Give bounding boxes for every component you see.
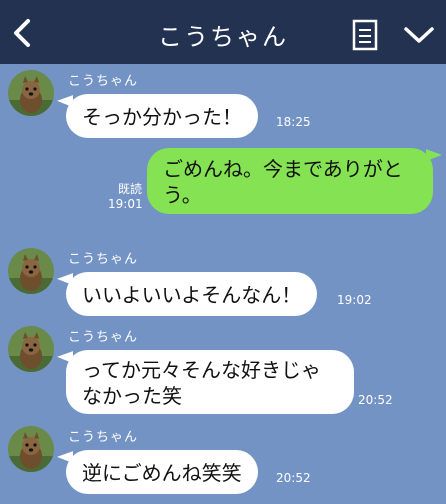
- message-text-line2: う。: [163, 183, 202, 207]
- read-label: 既読: [117, 182, 142, 196]
- message-text: 逆にごめんね笑笑: [82, 461, 242, 485]
- sender-name: こうちゃん: [68, 252, 139, 267]
- message-time: 18:25: [276, 115, 311, 129]
- read-status: 既読 19:01: [108, 182, 143, 212]
- message-bubble-incoming[interactable]: いいよいいよそんなん！: [66, 272, 318, 316]
- chat-header: こうちゃん: [0, 0, 446, 64]
- dog-avatar-icon: [8, 70, 54, 116]
- message-time: 20:52: [276, 471, 311, 485]
- message-time: 20:52: [358, 393, 393, 407]
- sender-name: こうちゃん: [68, 74, 139, 89]
- message-text: いいよいいよそんなん！: [82, 283, 302, 307]
- sender-name: こうちゃん: [68, 330, 139, 345]
- dog-avatar-icon: [8, 426, 54, 472]
- message-text-line2: なかった笑: [82, 384, 182, 408]
- message-time: 19:01: [108, 197, 143, 211]
- avatar[interactable]: [8, 326, 54, 372]
- message-bubble-incoming[interactable]: 逆にごめんね笑笑: [66, 450, 258, 494]
- message-text: ごめんね。今までありがと: [163, 157, 403, 181]
- menu-dropdown-button[interactable]: [402, 22, 436, 48]
- message-time: 19:02: [337, 293, 372, 307]
- avatar[interactable]: [8, 70, 54, 116]
- note-list-icon: [352, 19, 378, 51]
- message-text: ってか元々そんな好きじゃ: [82, 358, 321, 382]
- avatar[interactable]: [8, 426, 54, 472]
- sender-name: こうちゃん: [68, 430, 139, 445]
- avatar[interactable]: [8, 248, 54, 294]
- message-text: そっか分かった！: [82, 105, 242, 129]
- message-bubble-incoming[interactable]: ってか元々そんな好きじゃ なかった笑: [66, 350, 354, 414]
- message-bubble-incoming[interactable]: そっか分かった！: [66, 94, 258, 138]
- note-button[interactable]: [350, 18, 380, 52]
- chevron-down-icon: [404, 27, 434, 43]
- chat-area[interactable]: こうちゃん そっか分かった！ 18:25 既読 19:01 ごめんね。今まであり…: [0, 64, 446, 504]
- dog-avatar-icon: [8, 326, 54, 372]
- dog-avatar-icon: [8, 248, 54, 294]
- message-bubble-outgoing[interactable]: ごめんね。今までありがと う。: [147, 148, 433, 214]
